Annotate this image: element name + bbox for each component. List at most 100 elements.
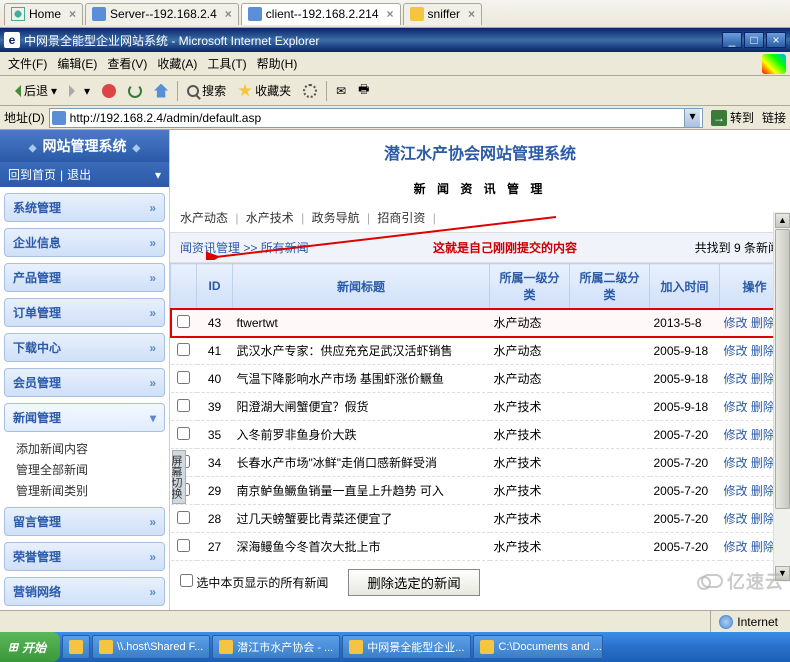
favorites-button[interactable]: 收藏夹 (233, 79, 296, 102)
sidebar-home-link[interactable]: 回到首页 (8, 166, 56, 183)
taskbar-item[interactable]: C:\Documents and ... (473, 635, 603, 659)
sidebar-subitem[interactable]: 管理全部新闻 (0, 459, 169, 480)
tab-sniffer[interactable]: sniffer× (403, 3, 482, 25)
mail-button[interactable]: ✉ (331, 81, 351, 101)
history-button[interactable] (298, 81, 322, 101)
edit-link[interactable]: 修改 (724, 428, 748, 442)
delete-link[interactable]: 删除 (751, 540, 775, 554)
menu-file[interactable]: 文件(F) (4, 53, 51, 74)
cell-title[interactable]: 长春水产市场"冰鲜"走俏口感新鲜受消 (233, 449, 490, 477)
cell-title[interactable]: 过几天螃蟹要比青菜还便宜了 (233, 505, 490, 533)
scroll-down-button[interactable]: ▼ (775, 566, 790, 581)
chevron-down-icon[interactable]: ▾ (155, 168, 161, 182)
cell-title[interactable]: 武汉水产专家：供应充充足武汉活虾销售 (233, 337, 490, 365)
sidebar-subitem[interactable]: 管理新闻类别 (0, 480, 169, 501)
go-button[interactable]: →转到 (707, 107, 758, 128)
sidebar-item[interactable]: 荣誉管理» (4, 542, 165, 571)
category-link[interactable]: 政务导航 (308, 211, 363, 225)
screen-switch-tab[interactable]: 屏幕切换 (172, 450, 186, 504)
edit-link[interactable]: 修改 (724, 512, 748, 526)
taskbar-item[interactable]: 潜江市水产协会 - ... (212, 635, 340, 659)
row-checkbox[interactable] (177, 371, 190, 384)
sidebar-item[interactable]: 新闻管理▾ (4, 403, 165, 432)
row-checkbox[interactable] (177, 511, 190, 524)
address-field[interactable]: ▾ (49, 108, 703, 128)
close-icon[interactable]: × (468, 7, 475, 21)
delete-selected-button[interactable]: 删除选定的新闻 (348, 569, 479, 596)
menu-help[interactable]: 帮助(H) (253, 53, 302, 74)
search-button[interactable]: 搜索 (182, 79, 231, 102)
delete-link[interactable]: 删除 (751, 456, 775, 470)
delete-link[interactable]: 删除 (751, 344, 775, 358)
sidebar-item[interactable]: 营销网络» (4, 577, 165, 606)
close-icon[interactable]: × (387, 7, 394, 21)
close-icon[interactable]: × (225, 7, 232, 21)
sidebar-logout-link[interactable]: 退出 (67, 166, 91, 183)
menu-edit[interactable]: 编辑(E) (53, 53, 101, 74)
category-link[interactable]: 水产动态 (180, 211, 231, 225)
menu-tools[interactable]: 工具(T) (203, 53, 250, 74)
scrollbar[interactable]: ▲ ▼ (773, 212, 790, 582)
menu-view[interactable]: 查看(V) (103, 53, 151, 74)
minimize-button[interactable]: _ (722, 32, 742, 48)
delete-link[interactable]: 删除 (751, 484, 775, 498)
edit-link[interactable]: 修改 (724, 400, 748, 414)
delete-link[interactable]: 删除 (751, 316, 775, 330)
delete-link[interactable]: 删除 (751, 400, 775, 414)
cell-title[interactable]: 深海鳗鱼今冬首次大批上市 (233, 533, 490, 561)
row-checkbox[interactable] (177, 427, 190, 440)
edit-link[interactable]: 修改 (724, 456, 748, 470)
cell-title[interactable]: 阳澄湖大闸蟹便宜？假货 (233, 393, 490, 421)
tab-home[interactable]: Home× (4, 3, 83, 25)
edit-link[interactable]: 修改 (724, 316, 748, 330)
sidebar-item[interactable]: 系统管理» (4, 193, 165, 222)
forward-button[interactable]: ▾ (64, 81, 95, 101)
sidebar-item[interactable]: 订单管理» (4, 298, 165, 327)
edit-link[interactable]: 修改 (724, 540, 748, 554)
edit-link[interactable]: 修改 (724, 344, 748, 358)
select-all-label[interactable]: 选中本页显示的所有新闻 (180, 574, 328, 591)
print-button[interactable]: 🖶 (353, 77, 374, 104)
start-button[interactable]: ⊞开始 (0, 632, 60, 662)
close-button[interactable]: × (766, 32, 786, 48)
delete-link[interactable]: 删除 (751, 372, 775, 386)
category-link[interactable]: 招商引资 (374, 211, 429, 225)
links-label[interactable]: 链接 (762, 109, 786, 126)
edit-link[interactable]: 修改 (724, 372, 748, 386)
tab-client[interactable]: client--192.168.2.214× (241, 3, 401, 25)
sidebar-item[interactable]: 产品管理» (4, 263, 165, 292)
scroll-thumb[interactable] (775, 229, 790, 509)
sidebar-subitem[interactable]: 添加新闻内容 (0, 438, 169, 459)
menu-favorites[interactable]: 收藏(A) (153, 53, 201, 74)
cell-title[interactable]: 入冬前罗非鱼身价大跌 (233, 421, 490, 449)
row-checkbox[interactable] (177, 343, 190, 356)
row-checkbox[interactable] (177, 315, 190, 328)
sidebar-item[interactable]: 下载中心» (4, 333, 165, 362)
maximize-button[interactable]: □ (744, 32, 764, 48)
tab-server[interactable]: Server--192.168.2.4× (85, 3, 239, 25)
close-icon[interactable]: × (69, 7, 76, 21)
url-input[interactable] (70, 111, 680, 125)
refresh-button[interactable] (123, 81, 147, 101)
sidebar-item[interactable]: 企业信息» (4, 228, 165, 257)
row-checkbox[interactable] (177, 539, 190, 552)
address-dropdown[interactable]: ▾ (684, 109, 700, 127)
select-all-checkbox[interactable] (180, 574, 193, 587)
edit-link[interactable]: 修改 (724, 484, 748, 498)
sidebar-item[interactable]: 留言管理» (4, 507, 165, 536)
stop-button[interactable] (97, 81, 121, 101)
category-link[interactable]: 水产技术 (242, 211, 297, 225)
sidebar-item[interactable]: 会员管理» (4, 368, 165, 397)
cell-title[interactable]: 南京鲈鱼鳜鱼销量一直呈上升趋势 可入 (233, 477, 490, 505)
cell-title[interactable]: 气温下降影响水产市场 基围虾涨价鳜鱼 (233, 365, 490, 393)
quick-launch[interactable] (62, 635, 90, 659)
delete-link[interactable]: 删除 (751, 428, 775, 442)
taskbar-item[interactable]: 中网景全能型企业... (342, 635, 471, 659)
cell-title[interactable]: ftwertwt (233, 309, 490, 337)
row-checkbox[interactable] (177, 399, 190, 412)
back-button[interactable]: 后退▾ (4, 79, 62, 102)
home-button[interactable] (149, 81, 173, 101)
taskbar-item[interactable]: \\.host\Shared F... (92, 635, 210, 659)
delete-link[interactable]: 删除 (751, 512, 775, 526)
scroll-up-button[interactable]: ▲ (775, 213, 790, 228)
